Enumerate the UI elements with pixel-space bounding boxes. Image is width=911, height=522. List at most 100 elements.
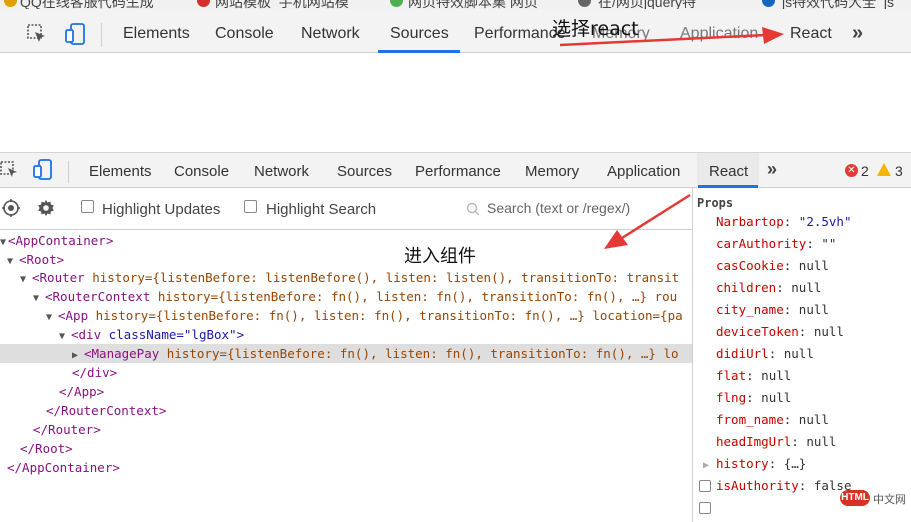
tree-row[interactable]: </AppContainer> bbox=[0, 458, 692, 477]
prop-key: didiUrl bbox=[716, 346, 769, 361]
tree-row-selected[interactable]: ▶ <ManagePay history={listenBefore: fn(),… bbox=[0, 344, 692, 363]
tree-row[interactable]: ▼ <div className="lgBox"> bbox=[0, 325, 692, 344]
tree-tag: <App bbox=[58, 308, 89, 323]
tab-elements[interactable]: Elements bbox=[89, 163, 152, 180]
bookmark-item[interactable]: 网站模板_手机网站模 bbox=[215, 0, 349, 9]
error-count[interactable]: 2 bbox=[861, 163, 869, 179]
highlight-search-label[interactable]: Highlight Search bbox=[266, 201, 376, 218]
prop-value[interactable]: null bbox=[799, 302, 829, 317]
prop-value[interactable]: null bbox=[806, 434, 836, 449]
tree-row[interactable]: ▼ <Router history={listenBefore: listenBe… bbox=[0, 268, 692, 287]
inspect-element-icon[interactable] bbox=[26, 23, 48, 45]
tree-row[interactable]: </div> bbox=[0, 363, 692, 382]
tree-tag: <Router bbox=[32, 270, 85, 285]
tree-row[interactable]: </Router> bbox=[0, 420, 692, 439]
tree-tag: </div> bbox=[72, 365, 118, 380]
prop-row[interactable]: deviceToken: null bbox=[693, 321, 911, 343]
highlight-updates-checkbox[interactable] bbox=[81, 200, 94, 213]
tree-row[interactable]: </RouterContext> bbox=[0, 401, 692, 420]
settings-gear-icon[interactable] bbox=[37, 199, 55, 217]
tree-tag: </AppContainer> bbox=[7, 460, 120, 475]
annotation-select-react: 选择react bbox=[552, 18, 639, 40]
prop-value[interactable]: "" bbox=[821, 236, 836, 251]
prop-value[interactable]: null bbox=[814, 324, 844, 339]
tab-react[interactable]: React bbox=[709, 163, 748, 180]
more-tabs-button[interactable]: » bbox=[852, 22, 863, 45]
devtools-toolbar-bottom: Elements Console Network Sources Perform… bbox=[0, 152, 911, 188]
bookmarks-bar: QQ在线客服代码生成 网站模板_手机网站模 网页特效脚本集 网页 在/网页jqu… bbox=[0, 0, 911, 9]
prop-checkbox[interactable] bbox=[699, 480, 711, 492]
tree-row[interactable]: ▼ <AppContainer> bbox=[0, 231, 692, 250]
prop-key: isAuthority bbox=[716, 478, 799, 493]
prop-row[interactable]: didiUrl: null bbox=[693, 343, 911, 365]
prop-row[interactable]: casCookie: null bbox=[693, 255, 911, 277]
prop-value[interactable]: null bbox=[761, 390, 791, 405]
error-icon[interactable]: ✕ bbox=[845, 164, 858, 177]
prop-row[interactable]: from_name: null bbox=[693, 409, 911, 431]
tree-row[interactable]: ▼ <Root> bbox=[0, 250, 692, 269]
devtools-toolbar-top: Elements Console Network Sources Perform… bbox=[0, 9, 911, 53]
tab-sources[interactable]: Sources bbox=[390, 25, 449, 43]
prop-row[interactable]: city_name: null bbox=[693, 299, 911, 321]
bookmark-item[interactable]: 网页特效脚本集 网页 bbox=[408, 0, 538, 9]
bookmark-item[interactable]: js特效代码大全_js bbox=[782, 0, 894, 9]
tab-application[interactable]: Application bbox=[607, 163, 680, 180]
prop-value[interactable]: null bbox=[799, 258, 829, 273]
prop-row[interactable]: headImgUrl: null bbox=[693, 431, 911, 453]
prop-checkbox[interactable] bbox=[699, 502, 711, 514]
tab-console[interactable]: Console bbox=[174, 163, 229, 180]
prop-value[interactable]: null bbox=[761, 368, 791, 383]
search-icon bbox=[466, 202, 480, 216]
device-toolbar-icon[interactable] bbox=[32, 159, 54, 181]
prop-row[interactable]: carAuthority: "" bbox=[693, 233, 911, 255]
active-tab-indicator bbox=[378, 50, 460, 53]
expand-arrow-icon[interactable]: ▶ bbox=[703, 455, 716, 477]
prop-value[interactable]: "2.5vh" bbox=[799, 214, 852, 229]
tab-performance[interactable]: Performance bbox=[415, 163, 501, 180]
tab-network[interactable]: Network bbox=[301, 25, 360, 43]
tree-props: history={listenBefore: fn(), listen: fn(… bbox=[150, 289, 678, 304]
tree-row[interactable]: </Root> bbox=[0, 439, 692, 458]
tree-tag: <AppContainer> bbox=[8, 233, 114, 248]
prop-key: history bbox=[716, 456, 769, 471]
tab-sources[interactable]: Sources bbox=[337, 163, 392, 180]
prop-row[interactable]: children: null bbox=[693, 277, 911, 299]
bookmark-item[interactable]: 在/网页jquery特 bbox=[598, 0, 696, 9]
prop-row[interactable]: flat: null bbox=[693, 365, 911, 387]
tree-row[interactable]: ▼ <RouterContext history={listenBefore: f… bbox=[0, 287, 692, 306]
prop-row[interactable]: ▶ history: {…} bbox=[693, 453, 911, 475]
tree-tag: </App> bbox=[59, 384, 105, 399]
bookmark-favicon bbox=[390, 0, 403, 7]
more-tabs-button[interactable]: » bbox=[767, 159, 777, 180]
warning-count[interactable]: 3 bbox=[895, 163, 903, 179]
inspect-element-icon[interactable] bbox=[0, 160, 20, 180]
prop-row[interactable]: Narbartop: "2.5vh" bbox=[693, 211, 911, 233]
tab-elements[interactable]: Elements bbox=[123, 25, 190, 43]
find-element-icon[interactable] bbox=[2, 199, 20, 217]
tree-row[interactable]: </App> bbox=[0, 382, 692, 401]
highlight-search-checkbox[interactable] bbox=[244, 200, 257, 213]
tree-tag: </Router> bbox=[33, 422, 101, 437]
warning-icon[interactable] bbox=[877, 163, 891, 176]
bookmark-item[interactable]: QQ在线客服代码生成 bbox=[20, 0, 154, 9]
prop-key: children bbox=[716, 280, 777, 295]
prop-value[interactable]: null bbox=[784, 346, 814, 361]
tab-application[interactable]: Application bbox=[680, 25, 758, 43]
prop-value[interactable]: null bbox=[799, 412, 829, 427]
prop-key: from_name bbox=[716, 412, 784, 427]
tree-row[interactable]: ▼ <App history={listenBefore: fn(), liste… bbox=[0, 306, 692, 325]
prop-value[interactable]: null bbox=[791, 280, 821, 295]
prop-key: city_name bbox=[716, 302, 784, 317]
prop-key: carAuthority bbox=[716, 236, 807, 251]
react-toolbar: Highlight Updates Highlight Search Searc… bbox=[0, 188, 692, 230]
prop-value[interactable]: {…} bbox=[784, 456, 807, 471]
tab-memory[interactable]: Memory bbox=[525, 163, 579, 180]
tab-react[interactable]: React bbox=[790, 25, 832, 43]
prop-row[interactable]: flng: null bbox=[693, 387, 911, 409]
tree-tag: </Root> bbox=[20, 441, 73, 456]
tab-console[interactable]: Console bbox=[215, 25, 274, 43]
highlight-updates-label[interactable]: Highlight Updates bbox=[102, 201, 220, 218]
search-input[interactable]: Search (text or /regex/) bbox=[460, 193, 686, 223]
tab-network[interactable]: Network bbox=[254, 163, 309, 180]
device-toolbar-icon[interactable] bbox=[64, 22, 86, 46]
